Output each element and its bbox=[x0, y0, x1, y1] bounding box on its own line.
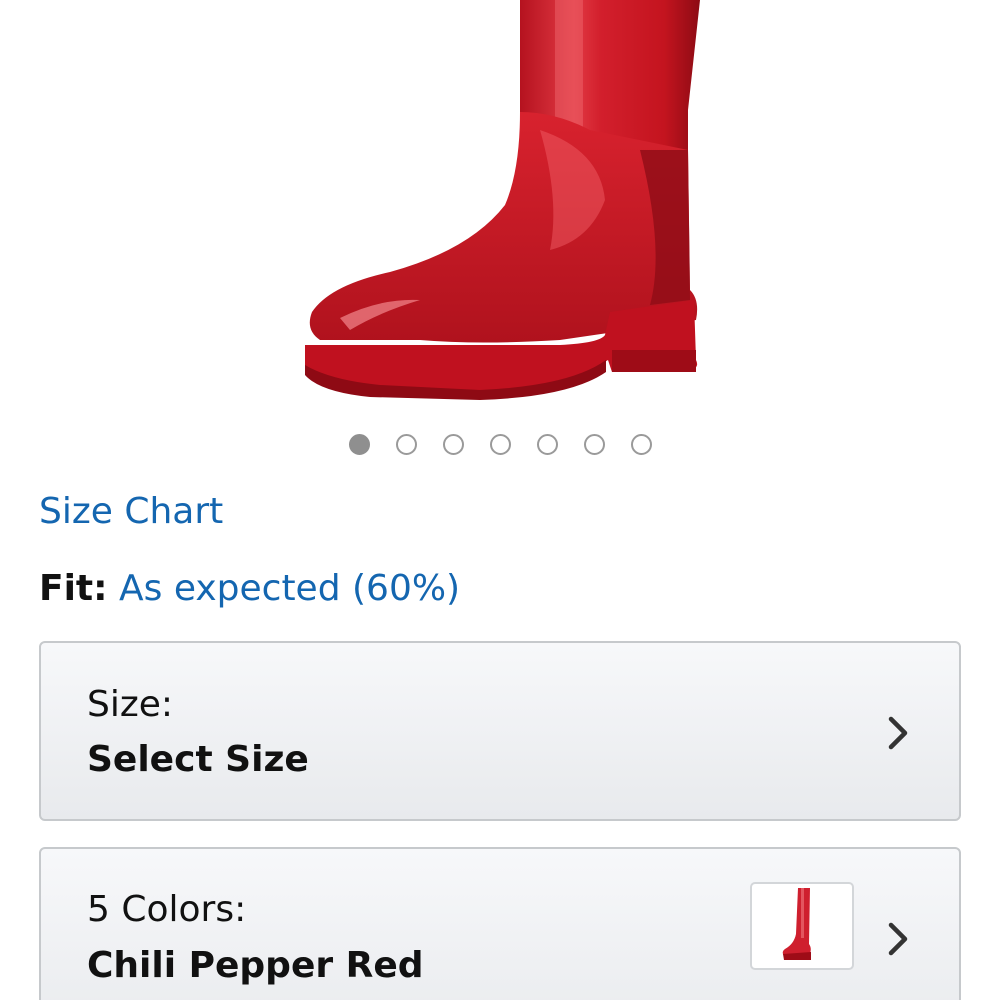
color-count-label: 5 Colors: bbox=[87, 889, 247, 930]
chevron-right-icon bbox=[888, 922, 908, 956]
red-rain-boot-image bbox=[305, 0, 700, 400]
carousel-dot[interactable] bbox=[630, 434, 652, 455]
product-page: Size Chart Fit: As expected (60%) Size: … bbox=[0, 0, 1000, 1000]
size-selector-button[interactable]: Size: Select Size bbox=[39, 641, 961, 821]
carousel-dot[interactable] bbox=[536, 434, 558, 455]
color-selector-button[interactable]: 5 Colors: Chili Pepper Red bbox=[39, 847, 961, 1000]
chevron-right-icon bbox=[888, 716, 908, 750]
fit-label: Fit: bbox=[39, 568, 108, 609]
product-image[interactable] bbox=[0, 0, 1000, 420]
carousel-dot[interactable] bbox=[489, 434, 511, 455]
carousel-dot[interactable] bbox=[583, 434, 605, 455]
red-boot-thumbnail bbox=[782, 888, 811, 960]
size-chart-link[interactable]: Size Chart bbox=[39, 490, 223, 534]
color-value: Chili Pepper Red bbox=[87, 945, 424, 986]
size-value: Select Size bbox=[87, 739, 309, 780]
carousel-dot[interactable] bbox=[442, 434, 464, 455]
size-label: Size: bbox=[87, 684, 174, 725]
color-swatch[interactable] bbox=[750, 882, 854, 970]
carousel-dot[interactable] bbox=[348, 434, 370, 455]
fit-value-link[interactable]: As expected (60%) bbox=[119, 568, 460, 609]
carousel-dot[interactable] bbox=[395, 434, 417, 455]
fit-info: Fit: As expected (60%) bbox=[39, 567, 460, 611]
image-carousel-dots bbox=[0, 434, 1000, 455]
